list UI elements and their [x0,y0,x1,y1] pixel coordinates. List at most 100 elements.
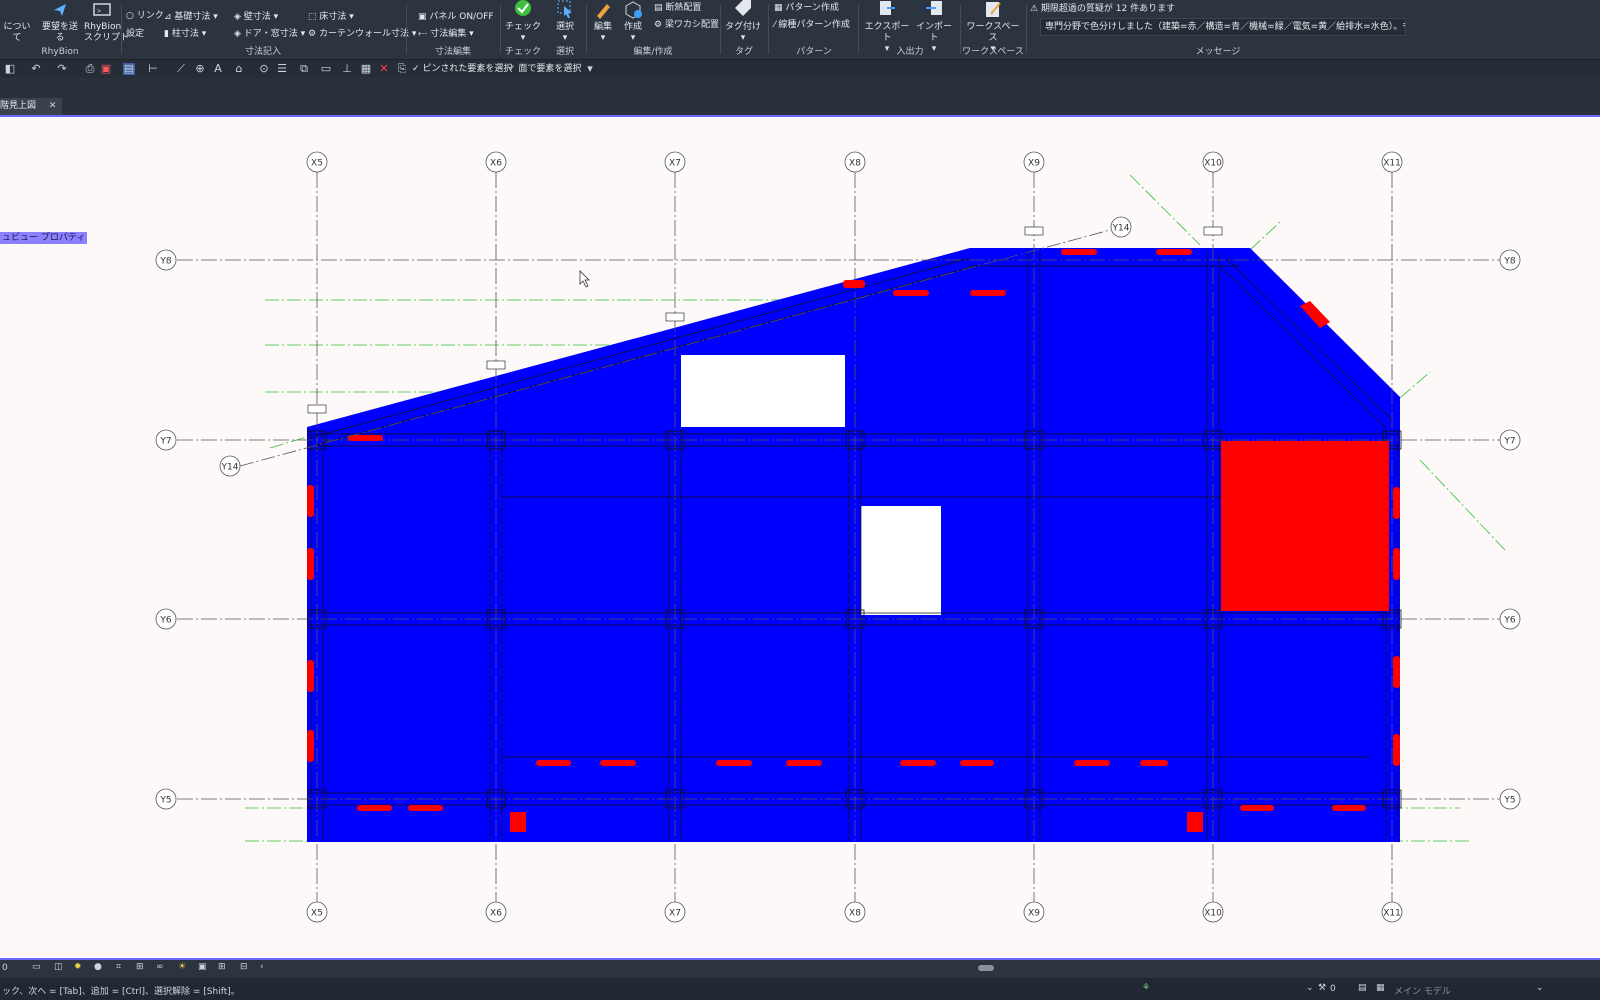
undo-icon[interactable]: ↶ [30,63,42,75]
overdue-warning[interactable]: ⚠ 期限超過の質疑が 12 件あります [1030,1,1175,14]
architecture-element[interactable] [1140,760,1168,766]
home-3d-icon[interactable]: ⌂ [233,63,245,75]
grid-bubble-x10-bottom[interactable]: X10 [1202,901,1224,923]
architecture-element[interactable] [1240,805,1274,811]
wall-dim-button[interactable]: ◈ 壁寸法 ▾ [234,10,278,24]
grid-bubble-y8-right[interactable]: Y8 [1499,249,1521,271]
worksharing-icon[interactable]: ⊟ [240,962,248,972]
measure-icon[interactable]: ⊢ [147,63,159,75]
architecture-element[interactable] [307,730,314,762]
column-dim-button[interactable]: ▮ 柱寸法 ▾ [164,27,206,41]
design-options-icon[interactable]: ▤ [1358,983,1367,993]
model-dropdown-icon[interactable]: ⌄ [1306,983,1314,993]
grid-bubble-x6-top[interactable]: X6 [485,151,507,173]
redo-icon[interactable]: ↷ [56,63,68,75]
select-by-face-toggle[interactable]: ✓ 面で要素を選択 [508,62,581,76]
grid-bubble-y6-left[interactable]: Y6 [155,608,177,630]
tile-icon[interactable]: ⊥ [341,63,353,75]
pin-icon[interactable]: ⊙ [258,63,270,75]
print-icon[interactable]: ⎙ [84,63,96,75]
grid-bubble-x11-bottom[interactable]: X11 [1381,901,1403,923]
about-button[interactable]: について [0,0,34,44]
app-menu-icon[interactable]: ◧ [4,63,16,75]
door-window-dim-button[interactable]: ◈ ドア・窓寸法 ▾ [234,27,305,41]
window-icon[interactable]: ⧉ [298,63,310,75]
view-properties-chip[interactable]: ュビュー プロパティ [0,232,88,244]
check-button[interactable]: チェック ▾ [504,0,542,44]
crop-region-icon[interactable]: ⊞ [136,962,144,972]
grid-bubble-x5-bottom[interactable]: X5 [306,901,328,923]
grid-bubble-y7-right[interactable]: Y7 [1499,429,1521,451]
architecture-element[interactable] [408,805,443,811]
architecture-element[interactable] [1393,487,1400,519]
grid-bubble-x8-top[interactable]: X8 [844,151,866,173]
architecture-element[interactable] [348,435,383,441]
switch-window-icon[interactable]: ▭ [320,63,332,75]
highlight-icon[interactable]: ⊞ [218,962,226,972]
dim-edit-button[interactable]: ⤎ 寸法編集 ▾ [418,27,474,41]
qat-dropdown-icon[interactable]: ▾ [584,63,596,75]
grid-bubble-x7-top[interactable]: X7 [664,151,686,173]
tab-ceiling-plan[interactable]: 階見上図 ✕ [0,98,63,115]
grid-bubble-y14-left[interactable]: Y14 [219,455,241,477]
grid-bubble-x11-top[interactable]: X11 [1381,151,1403,173]
sheet-icon[interactable]: ▦ [360,63,372,75]
grid-bubble-y5-right[interactable]: Y5 [1499,788,1521,810]
feedback-button[interactable]: 要望を送る [38,0,82,44]
architecture-element[interactable] [1393,734,1400,766]
pattern-create-button[interactable]: ▦ パターン作成 [774,1,839,15]
architecture-element[interactable] [600,760,636,766]
close-x-icon[interactable]: ✕ [378,63,390,75]
architecture-element[interactable] [970,290,1006,296]
architecture-element[interactable] [893,290,929,296]
panel-toggle-button[interactable]: ▣ パネル ON/OFF [418,10,494,24]
detail-level-icon[interactable]: ▭ [32,962,41,972]
visual-style-icon[interactable]: ◫ [54,962,63,972]
architecture-element[interactable] [900,760,936,766]
ceiling-opening[interactable] [861,506,941,615]
architecture-element[interactable] [536,760,571,766]
insulation-button[interactable]: ▤ 断熱配置 [654,1,701,15]
architecture-element[interactable] [1332,805,1366,811]
temp-hide-icon[interactable]: ∞ [156,962,164,972]
tag-button[interactable]: タグ付け ▾ [724,0,762,44]
architecture-element[interactable] [357,805,392,811]
architecture-column-cover[interactable] [510,812,526,832]
grid-bubble-y5-left[interactable]: Y5 [155,788,177,810]
architecture-element[interactable] [1393,548,1400,580]
scale-value[interactable]: 0 [2,963,8,973]
sun-path-icon[interactable]: ✹ [74,962,82,972]
main-model-dropdown-icon[interactable]: ⌄ [1536,983,1544,993]
ceiling-opening[interactable] [681,355,845,427]
edit-button[interactable]: 編集 ▾ [588,0,618,44]
shadows-icon[interactable]: ● [94,962,102,972]
worksets-icon[interactable]: ⚘ [1142,983,1150,993]
analytical-model-icon[interactable]: ▣ [198,962,207,972]
grid-bubble-x6-bottom[interactable]: X6 [485,901,507,923]
grid-bubble-y14-right[interactable]: Y14 [1110,216,1132,238]
editing-requests-icon[interactable]: ⚒ [1318,983,1326,993]
floor-dim-button[interactable]: ⬚ 床寸法 ▾ [308,10,354,24]
architecture-element[interactable] [307,660,314,692]
main-model-icon[interactable]: ▦ [1376,983,1385,993]
beam-button[interactable]: ⚙ 梁ワカシ配置 [654,18,719,32]
architecture-element[interactable] [1393,656,1400,688]
architecture-room-block[interactable] [1221,441,1389,611]
grid-bubble-y6-right[interactable]: Y6 [1499,608,1521,630]
link-option[interactable]: ○ リンク [126,9,164,23]
drawing-canvas[interactable]: X5 X5 X6 X6 X7 X7 X8 X8 X9 X9 X10 X10 X11 X11 Y8 Y8 Y7 Y7… [0,116,1600,960]
save-icon[interactable]: ▤ [123,63,135,75]
rhybion-script-button[interactable]: >_ RhyBion スクリプト [84,0,129,44]
align-icon[interactable]: ⟋ [175,63,187,75]
grid-bubble-x5-top[interactable]: X5 [306,151,328,173]
layers-icon[interactable]: ☰ [276,63,288,75]
active-model[interactable]: メイン モデル [1394,984,1451,997]
architecture-column-cover[interactable] [1187,812,1203,832]
architecture-element[interactable] [843,280,865,288]
select-button[interactable]: 選択 ▾ [546,0,584,44]
close-icon[interactable]: ✕ [49,101,57,111]
settings-button[interactable]: 設定 [126,27,144,41]
select-pinned-toggle[interactable]: ✓ ピンされた要素を選択 [412,62,512,76]
grid-bubble-x10-top[interactable]: X10 [1202,151,1224,173]
architecture-element[interactable] [307,548,314,580]
